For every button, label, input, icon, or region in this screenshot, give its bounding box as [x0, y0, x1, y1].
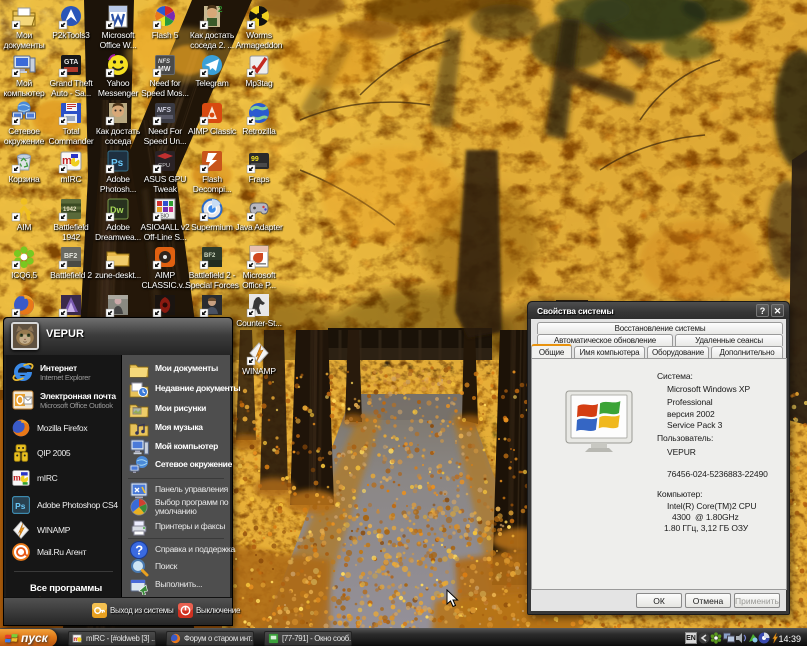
svg-text:BF2: BF2 [64, 253, 77, 260]
svg-text:NFS: NFS [157, 107, 171, 114]
svg-text:1942: 1942 [63, 207, 77, 213]
svg-text:BF2: BF2 [204, 253, 216, 259]
svg-text:m: m [13, 473, 21, 483]
svg-text:?: ? [135, 543, 143, 558]
svg-text:NFS: NFS [158, 59, 170, 65]
svg-text:2: 2 [218, 5, 223, 14]
svg-text:GTA: GTA [64, 59, 78, 66]
svg-text:99: 99 [251, 156, 259, 163]
svg-text:Ps: Ps [15, 501, 26, 511]
